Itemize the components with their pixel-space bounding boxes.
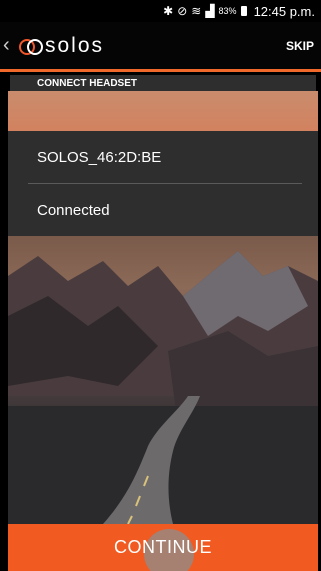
mute-icon: ⊘: [177, 4, 188, 18]
wifi-icon: ≋: [191, 4, 202, 18]
continue-label: CONTINUE: [114, 537, 212, 557]
chevron-left-icon[interactable]: ‹: [3, 34, 17, 57]
status-time: 12:45 p.m.: [253, 3, 315, 19]
bluetooth-icon: ✱: [163, 4, 174, 18]
connection-status-row: Connected: [8, 184, 318, 236]
battery-icon: [240, 6, 247, 16]
connection-status: Connected: [37, 201, 110, 219]
signal-icon: ▟: [205, 4, 215, 18]
solos-logo: solos: [19, 34, 104, 58]
battery-percent: 83%: [218, 6, 237, 16]
app-bar: ‹ solos SKIP: [0, 22, 321, 72]
headset-banner: [8, 91, 318, 131]
section-title: CONNECT HEADSET: [37, 77, 138, 89]
status-bar: ✱ ⊘ ≋ ▟ 83% 12:45 p.m.: [0, 0, 321, 22]
section-header: CONNECT HEADSET: [10, 75, 316, 91]
device-name: SOLOS_46:2D:BE: [37, 149, 162, 166]
logo-text: solos: [45, 33, 105, 57]
continue-button[interactable]: CONTINUE: [8, 524, 318, 571]
device-list-item[interactable]: SOLOS_46:2D:BE: [8, 131, 318, 184]
logo-mark-icon: [19, 38, 43, 55]
main-content: SOLOS_46:2D:BE Connected: [8, 91, 318, 524]
mountain-road-background: [8, 236, 318, 524]
skip-button[interactable]: SKIP: [286, 39, 314, 53]
